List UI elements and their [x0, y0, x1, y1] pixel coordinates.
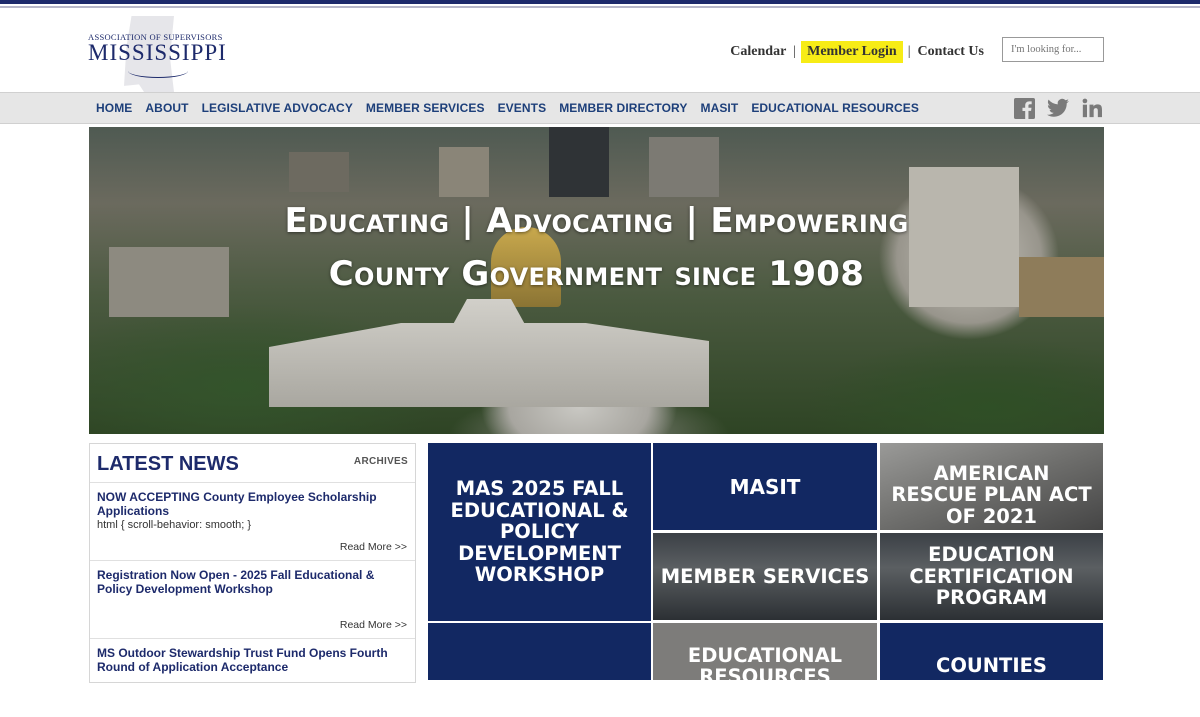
- tile-blank[interactable]: [428, 623, 651, 680]
- news-title: LATEST NEWS: [97, 453, 239, 475]
- tile-label: EDUCATIONAL RESOURCES: [687, 644, 843, 680]
- hero-headline: Educating | Advocating | Empowering: [284, 201, 909, 241]
- read-more-link[interactable]: Read More >>: [340, 619, 407, 631]
- facebook-icon[interactable]: [1013, 97, 1035, 119]
- tile-label: EDUCATION CERTIFICATION PROGRAM: [909, 543, 1074, 610]
- nav-item-educational-resources[interactable]: EDUCATIONAL RESOURCES: [751, 101, 919, 115]
- news-item-title[interactable]: NOW ACCEPTING County Employee Scholarshi…: [97, 490, 408, 518]
- tile-label: COUNTIES: [936, 654, 1047, 677]
- tile-fall-workshop[interactable]: MAS 2025 FALL EDUCATIONAL & POLICY DEVEL…: [428, 443, 651, 621]
- search-input[interactable]: [1002, 37, 1104, 62]
- tile-masit[interactable]: MASIT: [653, 443, 877, 530]
- nav-item-masit[interactable]: MASIT: [700, 101, 738, 115]
- utility-nav: Calendar | Member Login | Contact Us: [730, 41, 984, 63]
- tile-educational-resources[interactable]: EDUCATIONAL RESOURCES: [653, 623, 877, 680]
- news-item-snippet: html { scroll-behavior: smooth; }: [97, 519, 252, 531]
- nav-item-legislative-advocacy[interactable]: LEGISLATIVE ADVOCACY: [202, 101, 353, 115]
- tile-label: AMERICAN RESCUE PLAN ACT OF 2021: [891, 462, 1092, 528]
- nav-item-member-directory[interactable]: MEMBER DIRECTORY: [559, 101, 687, 115]
- member-login-link[interactable]: Member Login: [801, 41, 903, 63]
- nav-item-home[interactable]: HOME: [96, 101, 132, 115]
- hero-banner: Educating | Advocating | Empowering Coun…: [89, 127, 1104, 434]
- tile-counties[interactable]: COUNTIES: [880, 623, 1103, 680]
- twitter-icon[interactable]: [1047, 97, 1069, 119]
- news-header: LATEST NEWS ARCHIVES: [90, 444, 415, 483]
- news-item-title[interactable]: Registration Now Open - 2025 Fall Educat…: [97, 568, 408, 596]
- separator: |: [907, 44, 911, 59]
- tile-american-rescue-plan[interactable]: AMERICAN RESCUE PLAN ACT OF 2021: [880, 443, 1103, 530]
- main-nav: HOME ABOUT LEGISLATIVE ADVOCACY MEMBER S…: [0, 92, 1200, 124]
- linkedin-icon[interactable]: [1081, 97, 1103, 119]
- read-more-link[interactable]: Read More >>: [340, 541, 407, 553]
- news-item: NOW ACCEPTING County Employee Scholarshi…: [90, 483, 415, 561]
- archives-link[interactable]: ARCHIVES: [354, 456, 408, 467]
- news-item: MS Outdoor Stewardship Trust Fund Opens …: [90, 639, 415, 717]
- tile-education-certification[interactable]: EDUCATION CERTIFICATION PROGRAM: [880, 533, 1103, 620]
- contact-us-link[interactable]: Contact Us: [918, 44, 985, 60]
- site-header: ASSOCIATION OF SUPERVISORS MISSISSIPPI C…: [0, 8, 1200, 92]
- nav-item-about[interactable]: ABOUT: [145, 101, 188, 115]
- separator: |: [793, 44, 797, 59]
- logo-state-text: MISSISSIPPI: [88, 40, 227, 65]
- hero-subheadline: County Government since 1908: [328, 254, 865, 294]
- tile-member-services[interactable]: MEMBER SERVICES: [653, 533, 877, 620]
- capitol-building-icon: [269, 299, 709, 407]
- tile-label: MASIT: [729, 474, 801, 499]
- logo-swirl-icon: [128, 64, 188, 78]
- nav-item-events[interactable]: EVENTS: [498, 101, 547, 115]
- site-logo[interactable]: ASSOCIATION OF SUPERVISORS MISSISSIPPI: [88, 14, 226, 94]
- tile-label: MAS 2025 FALL EDUCATIONAL & POLICY DEVEL…: [450, 477, 629, 587]
- tile-label: MEMBER SERVICES: [660, 564, 870, 588]
- social-links: [1013, 97, 1103, 119]
- nav-item-member-services[interactable]: MEMBER SERVICES: [366, 101, 485, 115]
- news-item: Registration Now Open - 2025 Fall Educat…: [90, 561, 415, 639]
- calendar-link[interactable]: Calendar: [730, 44, 786, 60]
- latest-news-panel: LATEST NEWS ARCHIVES NOW ACCEPTING Count…: [89, 443, 416, 683]
- news-item-title[interactable]: MS Outdoor Stewardship Trust Fund Opens …: [97, 646, 408, 674]
